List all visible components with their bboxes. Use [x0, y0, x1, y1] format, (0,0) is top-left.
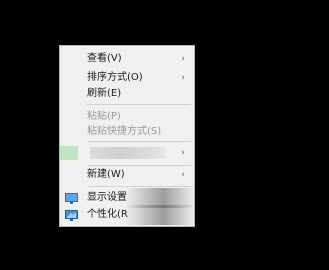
menu-item-refresh-label: 刷新(E)	[87, 88, 122, 99]
personalize-icon	[65, 209, 78, 221]
menu-item-new-label: 新建(W)	[87, 169, 125, 180]
menu-separator	[87, 141, 191, 142]
menu-separator	[87, 186, 191, 187]
submenu-arrow-icon: ›	[181, 170, 185, 180]
blurred-overlay	[125, 205, 195, 225]
menu-item-personalize-label: 个性化(R	[87, 209, 128, 220]
submenu-arrow-icon: ›	[181, 148, 185, 158]
menu-item-new[interactable]: 新建(W) ›	[60, 165, 194, 185]
menu-separator	[87, 104, 191, 105]
menu-item-view-label: 查看(V)	[87, 53, 122, 64]
obscured-icon	[60, 146, 78, 160]
menu-item-obscured[interactable]: ›	[60, 143, 194, 163]
display-settings-icon	[65, 192, 78, 204]
menu-item-paste-shortcut-label: 粘贴快捷方式(S)	[87, 126, 162, 137]
menu-item-paste-shortcut[interactable]: 粘贴快捷方式(S)	[60, 122, 194, 142]
menu-item-refresh[interactable]: 刷新(E)	[60, 84, 194, 104]
submenu-arrow-icon: ›	[181, 54, 185, 64]
menu-item-view[interactable]: 查看(V) ›	[60, 49, 194, 69]
desktop-background[interactable]: 查看(V) › 排序方式(O) › 刷新(E) 粘贴(P) 粘贴快捷方式(S) …	[0, 0, 329, 270]
obscured-label	[90, 147, 165, 159]
